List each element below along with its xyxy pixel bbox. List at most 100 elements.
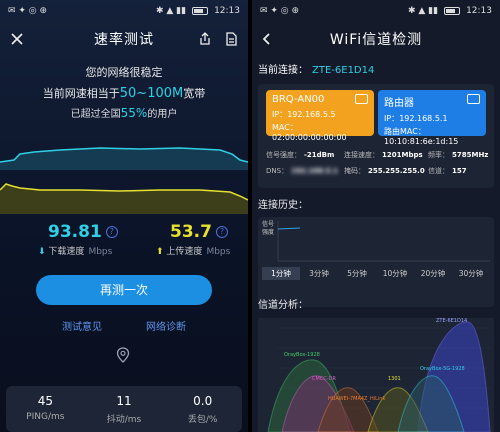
router-mac-value: 10:10:81:6e:1d:15 (384, 137, 459, 146)
ranking-suffix: 的用户 (147, 109, 178, 120)
speed-value: 1201Mbps (382, 151, 423, 159)
page-title: WiFi信道检测 (329, 32, 423, 48)
device-card[interactable]: BRQ-AN00 IP：192.168.5.5 MAC：02:00:00:00:… (266, 90, 374, 142)
tab-3min[interactable]: 3分钟 (300, 267, 338, 280)
download-value: 93.81? (48, 222, 118, 242)
packet-loss-label: 丢包/% (187, 415, 218, 425)
speed-label: 连接速度： (344, 151, 379, 159)
router-card[interactable]: 路由器 IP：192.168.5.1 路由MAC：10:10:81:6e:1d:… (378, 90, 486, 146)
mask-value: 255.255.255.0 (368, 167, 425, 175)
upload-label-text: 上传速度 (166, 247, 203, 257)
connection-history-chart: 信号强度 1分钟 3分钟 5分钟 10分钟 20分钟 30分钟 (258, 217, 494, 307)
stability-message: 您的网络很稳定 (85, 66, 163, 79)
subnet-mask: 掩码： 255.255.255.0 (344, 166, 425, 176)
history-title: 连接历史： (258, 200, 308, 211)
signal-label: 信号强度： (266, 151, 301, 159)
document-icon[interactable] (220, 28, 242, 50)
history-plot (277, 221, 490, 262)
upload-help-icon[interactable]: ? (215, 226, 228, 238)
current-connection-label: 当前连接： (258, 65, 308, 76)
battery-icon (444, 7, 461, 15)
network-label-huawei: HUAWEI-7MA4Z_HiLink (328, 396, 385, 402)
freq-label: 频率： (428, 151, 449, 159)
router-mac: 路由MAC：10:10:81:6e:1d:15 (384, 126, 480, 146)
stats-panel: 45 PING/ms 11 抖动/ms 0.0 丢包/% (6, 386, 242, 432)
status-bar: ✉ ✦ ◎ ⊕ ✱ ▲ ▮▮ 12:13 (0, 0, 248, 22)
notification-icons: ✉ ✦ ◎ ⊕ (260, 6, 300, 16)
network-label-oraybox: OrayBox-1928 (284, 352, 320, 358)
location-pin-icon[interactable] (114, 346, 132, 364)
analysis-title: 信道分析： (258, 300, 308, 311)
frequency: 频率： 5785MHz (428, 150, 488, 160)
upload-number: 53.7 (170, 222, 212, 242)
ranking-value: 55% (120, 106, 148, 120)
tab-5min[interactable]: 5分钟 (338, 267, 376, 280)
router-ip-value: 192.168.5.1 (399, 114, 448, 123)
signal-strength: 信号强度： -21dBm (266, 150, 334, 160)
download-label-text: 下载速度 (48, 247, 85, 257)
dns: DNS： 192.168.5.1 (266, 166, 338, 176)
router-icon (467, 94, 480, 104)
device-ip-value: 192.168.5.5 (287, 110, 336, 119)
link-speed: 连接速度： 1201Mbps (344, 150, 423, 160)
jitter-label: 抖动/ms (106, 415, 142, 425)
jitter-stat: 11 抖动/ms (85, 386, 164, 432)
network-label-1301: 1301 (388, 376, 401, 382)
jitter-value: 11 (116, 394, 132, 408)
status-time: 12:13 (214, 6, 240, 16)
notification-icons: ✉ ✦ ◎ ⊕ (8, 6, 48, 16)
freq-value: 5785MHz (452, 151, 489, 159)
upload-unit: Mbps (206, 247, 231, 257)
network-label-oraybox-5g: OrayBox-5G-1928 (420, 366, 465, 372)
upload-value: 53.7? (170, 222, 228, 242)
router-ip-label: IP： (384, 114, 400, 123)
device-mac: MAC：02:00:00:00:00:00 (272, 122, 368, 142)
device-mac-label: MAC： (272, 123, 298, 132)
channel-analysis-chart: ZTE-6E1D14 OrayBox-1928 CMCC-DR OrayBox-… (258, 318, 494, 432)
bottom-links: 测试意见 网络诊断 (0, 318, 248, 333)
packet-loss-stat: 0.0 丢包/% (163, 386, 242, 432)
dns-label: DNS： (266, 167, 289, 175)
status-bar: ✉ ✦ ◎ ⊕ ✱ ▲ ▮▮ 12:13 (252, 0, 500, 22)
ping-stat: 45 PING/ms (6, 386, 85, 432)
diagnose-link[interactable]: 网络诊断 (146, 318, 186, 333)
signal-value: -21dBm (304, 151, 335, 159)
upload-waveform (0, 183, 248, 214)
current-ssid: ZTE-6E1D14 (312, 65, 375, 76)
current-connection: 当前连接： ZTE-6E1D14 (252, 61, 500, 76)
download-label: ⬇ 下载速度 Mbps (38, 244, 112, 257)
bandwidth-prefix: 当前网速相当于 (42, 87, 120, 100)
channel-value: 157 (452, 167, 467, 175)
tab-30min[interactable]: 30分钟 (452, 267, 490, 280)
ranking-message: 已超过全国55%的用户 (0, 105, 248, 120)
router-ip: IP：192.168.5.1 (384, 113, 480, 124)
device-name: BRQ-AN00 (272, 94, 325, 105)
router-mac-label: 路由MAC： (384, 127, 426, 136)
tab-10min[interactable]: 10分钟 (376, 267, 414, 280)
device-icon (355, 94, 368, 104)
signal-icon: ✱ ▲ ▮▮ (407, 6, 439, 16)
bandwidth-suffix: 宽带 (183, 87, 206, 100)
ping-value: 45 (37, 394, 53, 408)
bandwidth-message: 当前网速相当于50~100M宽带 (0, 85, 248, 101)
device-ip: IP：192.168.5.5 (272, 109, 368, 120)
ranking-prefix: 已超过全国 (70, 109, 121, 120)
tab-1min[interactable]: 1分钟 (262, 267, 300, 280)
download-help-icon[interactable]: ? (105, 226, 118, 238)
router-name: 路由器 (384, 98, 414, 109)
connection-card: BRQ-AN00 IP：192.168.5.5 MAC：02:00:00:00:… (258, 84, 494, 188)
tab-20min[interactable]: 20分钟 (414, 267, 452, 280)
battery-icon (192, 7, 209, 15)
upload-label: ⬆ 上传速度 Mbps (156, 244, 230, 257)
share-icon[interactable] (194, 28, 216, 50)
speed-test-screen: ✉ ✦ ◎ ⊕ ✱ ▲ ▮▮ 12:13 速率测试 您的网络很稳定 当前网速相当… (0, 0, 248, 432)
download-arrow-icon: ⬇ (38, 247, 46, 257)
download-unit: Mbps (88, 247, 113, 257)
retest-button[interactable]: 再测一次 (36, 275, 212, 305)
top-bar: 速率测试 (0, 22, 248, 56)
upload-arrow-icon: ⬆ (156, 247, 164, 257)
signal-icon: ✱ ▲ ▮▮ (155, 6, 187, 16)
feedback-link[interactable]: 测试意见 (62, 318, 102, 333)
mask-label: 掩码： (344, 167, 365, 175)
network-label-cmcc: CMCC-DR (312, 376, 336, 382)
